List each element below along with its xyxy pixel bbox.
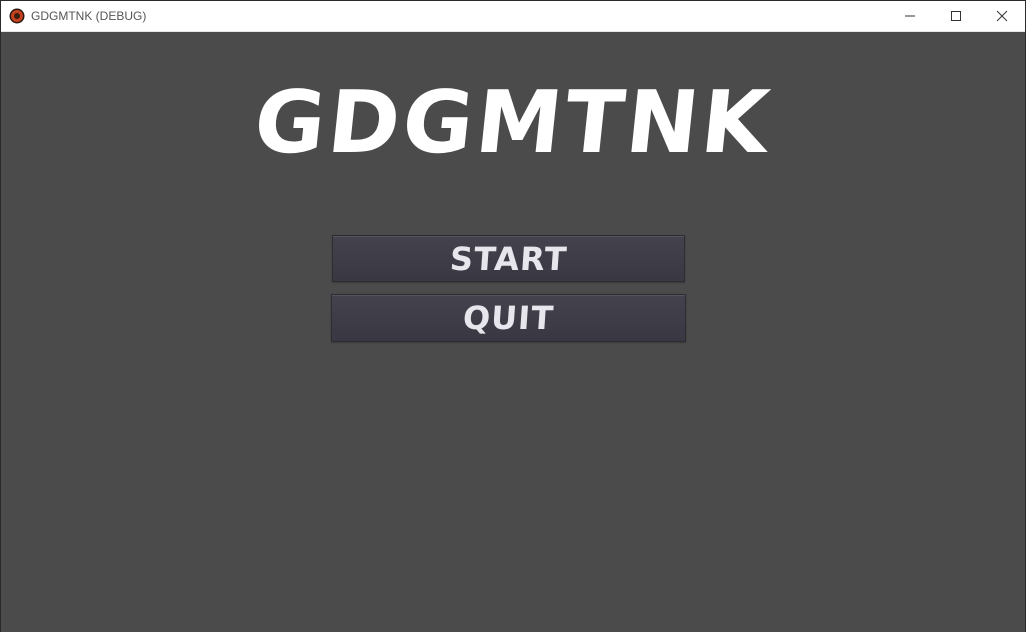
minimize-button[interactable]: [887, 1, 933, 31]
start-button-label: START: [448, 239, 569, 278]
window-titlebar[interactable]: GDGMTNK (DEBUG): [1, 1, 1025, 32]
game-viewport: GDGMTNK START QUIT: [1, 32, 1025, 632]
start-button[interactable]: START: [332, 235, 685, 282]
quit-button-label: QUIT: [461, 299, 556, 337]
window-controls: [887, 1, 1025, 31]
close-icon: [996, 10, 1008, 22]
quit-button[interactable]: QUIT: [331, 294, 686, 342]
window-title: GDGMTNK (DEBUG): [31, 9, 147, 23]
game-window: GDGMTNK (DEBUG) GDGMTNK START QUIT: [0, 0, 1026, 632]
maximize-button[interactable]: [933, 1, 979, 31]
close-button[interactable]: [979, 1, 1025, 31]
maximize-icon: [951, 11, 961, 21]
minimize-icon: [905, 15, 915, 17]
app-icon: [9, 8, 25, 24]
game-title: GDGMTNK: [249, 73, 777, 173]
